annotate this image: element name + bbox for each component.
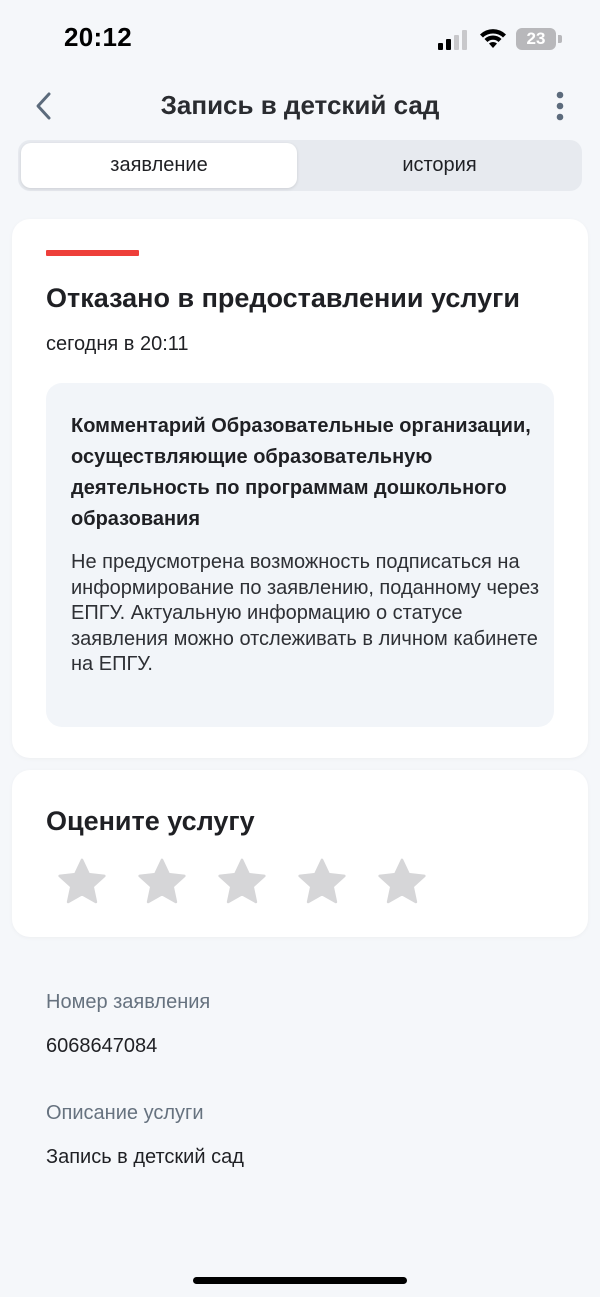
star-icon[interactable] <box>376 856 428 908</box>
rating-card: Оцените услугу <box>12 770 588 937</box>
status-date: сегодня в 20:11 <box>46 333 189 355</box>
status-heading: Отказано в предоставлении услуги <box>46 283 520 313</box>
application-number-label: Номер заявления <box>46 991 211 1013</box>
nav-header: Запись в детский сад <box>0 80 600 134</box>
wifi-icon <box>478 26 508 50</box>
status-bar: 20:12 23 <box>0 0 600 80</box>
service-description-label: Описание услуги <box>46 1102 204 1124</box>
service-description-value: Запись в детский сад <box>46 1146 244 1168</box>
battery-icon: 23 <box>516 28 562 50</box>
tab-history[interactable]: история <box>300 143 579 188</box>
status-time: 20:12 <box>64 22 132 52</box>
star-rating <box>56 856 428 908</box>
star-icon[interactable] <box>296 856 348 908</box>
battery-level: 23 <box>516 28 556 50</box>
comment-title: Комментарий Образовательные организации,… <box>71 415 531 530</box>
star-icon[interactable] <box>56 856 108 908</box>
cellular-signal-icon <box>438 30 468 50</box>
status-card: Отказано в предоставлении услуги сегодня… <box>12 219 588 758</box>
page-title: Запись в детский сад <box>160 90 440 120</box>
rating-title: Оцените услугу <box>46 806 255 836</box>
star-icon[interactable] <box>136 856 188 908</box>
application-number-value: 6068647084 <box>46 1035 158 1057</box>
status-accent-bar <box>46 250 139 256</box>
star-icon[interactable] <box>216 856 268 908</box>
more-button[interactable] <box>540 86 580 126</box>
comment-box: Комментарий Образовательные организации,… <box>46 383 554 727</box>
tab-switcher: заявление история <box>18 140 582 191</box>
comment-body: Не предусмотрена возможность подписаться… <box>71 551 539 675</box>
more-vertical-icon <box>556 91 564 121</box>
tab-application[interactable]: заявление <box>21 143 297 188</box>
home-indicator <box>193 1277 407 1284</box>
